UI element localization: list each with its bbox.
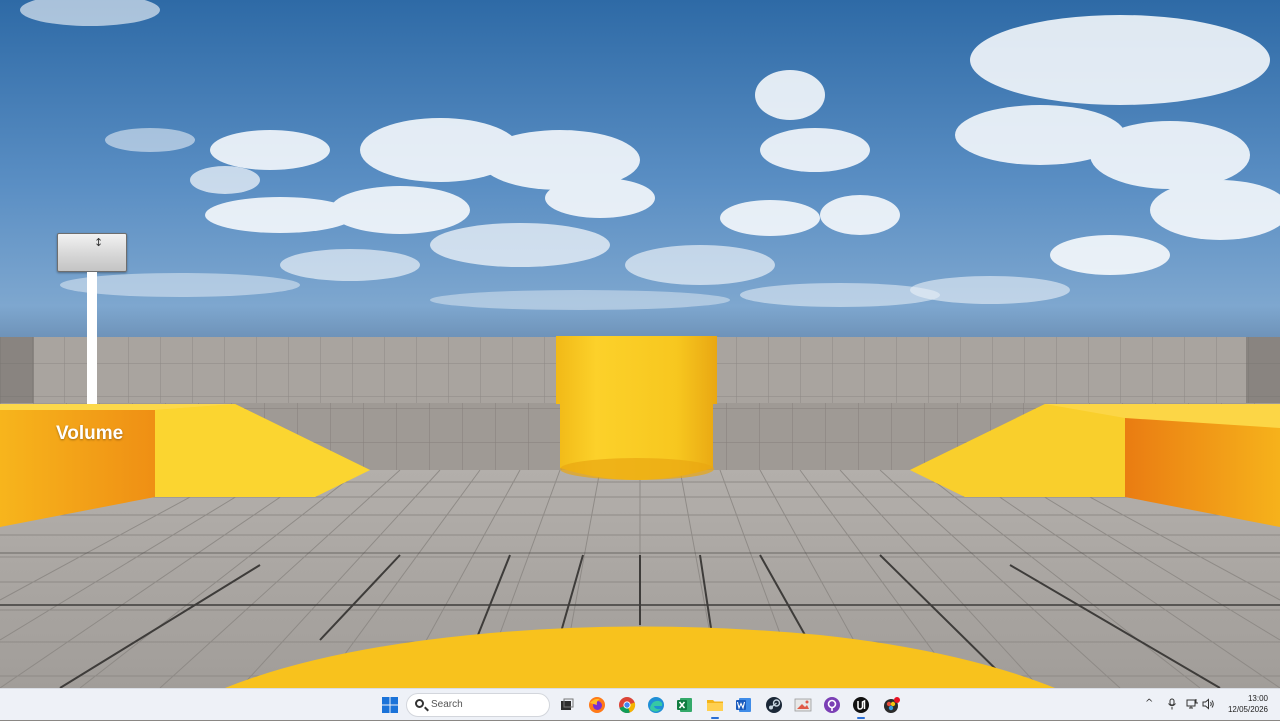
task-view-icon[interactable] <box>558 696 576 714</box>
steam-icon[interactable] <box>765 696 783 714</box>
start-icon[interactable] <box>381 696 399 714</box>
taskbar-search-box[interactable]: Search <box>406 693 550 717</box>
search-icon <box>415 699 424 708</box>
clock[interactable]: 13:00 12/05/2026 <box>1228 693 1268 715</box>
unreal-engine-icon[interactable] <box>852 696 870 714</box>
network-icon[interactable] <box>1186 698 1199 714</box>
clock-date: 12/05/2026 <box>1227 705 1268 714</box>
file-explorer-icon[interactable] <box>706 696 724 714</box>
clock-time: 13:00 <box>1247 694 1268 703</box>
running-indicator <box>711 717 719 719</box>
resize-cursor-icon: ↕ <box>94 236 104 249</box>
microphone-icon[interactable] <box>1167 698 1177 714</box>
volume-slider-track[interactable] <box>87 272 97 404</box>
game-viewport[interactable] <box>0 0 1280 688</box>
paint-icon[interactable] <box>794 696 812 714</box>
active-app-indicator <box>857 717 865 719</box>
chrome-icon[interactable] <box>618 696 636 714</box>
app-icon[interactable] <box>823 696 841 714</box>
search-placeholder: Search <box>431 699 463 710</box>
excel-icon[interactable] <box>676 696 694 714</box>
taskbar: Search ^ 13:00 12/05/2026 <box>0 688 1280 720</box>
word-icon[interactable] <box>735 696 753 714</box>
volume-icon[interactable] <box>1202 698 1215 714</box>
tray-chevron-icon[interactable]: ^ <box>1145 698 1153 710</box>
volume-slider-handle[interactable]: ↕ <box>57 233 127 272</box>
firefox-icon[interactable] <box>588 696 606 714</box>
davinci-icon[interactable] <box>882 696 900 714</box>
edge-icon[interactable] <box>647 696 665 714</box>
